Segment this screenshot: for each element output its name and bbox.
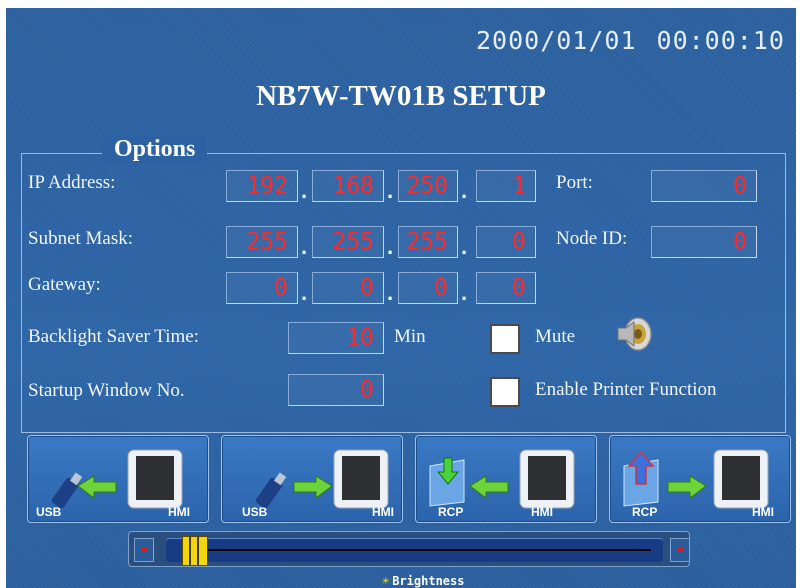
- rcp-download-icon: [429, 457, 465, 507]
- usb-caption: USB: [36, 505, 62, 519]
- hmi-caption: HMI: [531, 505, 553, 519]
- backlight-saver-field[interactable]: 10: [288, 322, 384, 354]
- mute-checkbox[interactable]: [490, 324, 520, 354]
- ip-dot: .: [301, 178, 308, 203]
- printer-checkbox[interactable]: [490, 377, 520, 407]
- ip-octet-4-field[interactable]: 1: [476, 170, 536, 202]
- port-label: Port:: [556, 172, 593, 193]
- printer-label: Enable Printer Function: [535, 379, 717, 400]
- brightness-label: ☀ Brightness: [382, 574, 464, 588]
- hmi-monitor-icon: [713, 449, 769, 509]
- startup-window-label: Startup Window No.: [28, 380, 185, 401]
- backlight-saver-label: Backlight Saver Time:: [28, 326, 199, 347]
- usb-drive-icon: [51, 472, 83, 509]
- brightness-increase-button[interactable]: [670, 538, 690, 562]
- setup-screen: 2000/01/01 00:00:10 NB7W-TW01B SETUP Opti…: [6, 8, 796, 588]
- hmi-caption: HMI: [372, 505, 394, 519]
- speaker-icon: [617, 317, 652, 351]
- page-title: NB7W-TW01B SETUP: [256, 80, 546, 112]
- rcp-upload-icon: [623, 450, 659, 507]
- hmi-to-rcp-button[interactable]: RCP HMI: [609, 435, 791, 523]
- subnet-octet-4-field[interactable]: 0: [476, 226, 536, 258]
- subnet-dot: .: [461, 234, 468, 259]
- backlight-unit-label: Min: [394, 326, 426, 347]
- minus-icon: [141, 548, 147, 551]
- plus-icon: [677, 548, 683, 551]
- hmi-monitor-icon: [127, 449, 183, 509]
- ip-dot: .: [387, 178, 394, 203]
- gateway-octet-1-field[interactable]: 0: [226, 272, 298, 304]
- subnet-mask-label: Subnet Mask:: [28, 228, 134, 249]
- rcp-from-hmi-button[interactable]: RCP HMI: [415, 435, 597, 523]
- gateway-octet-3-field[interactable]: 0: [398, 272, 458, 304]
- gateway-dot: .: [461, 280, 468, 305]
- brightness-track-line: [188, 549, 651, 551]
- ip-octet-1-field[interactable]: 192: [226, 170, 298, 202]
- usb-caption: USB: [242, 505, 268, 519]
- subnet-dot: .: [301, 234, 308, 259]
- datetime-display: 2000/01/01 00:00:10: [476, 26, 796, 56]
- node-id-field[interactable]: 0: [651, 226, 757, 258]
- gateway-label: Gateway:: [28, 274, 101, 295]
- arrow-icon: [77, 475, 117, 499]
- ip-dot: .: [461, 178, 468, 203]
- ip-octet-2-field[interactable]: 168: [312, 170, 384, 202]
- brightness-decrease-button[interactable]: [134, 538, 154, 562]
- ip-octet-3-field[interactable]: 250: [398, 170, 458, 202]
- sun-icon: ☀: [382, 574, 390, 588]
- date-text: 2000/01/01: [476, 26, 637, 55]
- subnet-octet-3-field[interactable]: 255: [398, 226, 458, 258]
- mute-label: Mute: [535, 326, 576, 347]
- hmi-monitor-icon: [333, 449, 389, 509]
- gateway-octet-4-field[interactable]: 0: [476, 272, 536, 304]
- arrow-icon: [667, 475, 707, 499]
- time-text: 00:00:10: [656, 26, 785, 55]
- hmi-caption: HMI: [752, 505, 774, 519]
- startup-window-field[interactable]: 0: [288, 374, 384, 406]
- usb-from-hmi-button[interactable]: USB HMI: [27, 435, 209, 523]
- options-legend: Options: [102, 136, 208, 163]
- gateway-dot: .: [387, 280, 394, 305]
- subnet-octet-2-field[interactable]: 255: [312, 226, 384, 258]
- subnet-dot: .: [387, 234, 394, 259]
- hmi-to-usb-button[interactable]: USB HMI: [221, 435, 403, 523]
- arrow-icon: [293, 475, 333, 499]
- usb-drive-icon: [255, 472, 287, 509]
- hmi-monitor-icon: [519, 449, 575, 509]
- hmi-caption: HMI: [168, 505, 190, 519]
- gateway-octet-2-field[interactable]: 0: [312, 272, 384, 304]
- ip-address-label: IP Address:: [28, 172, 116, 193]
- subnet-octet-1-field[interactable]: 255: [226, 226, 298, 258]
- rcp-caption: RCP: [438, 505, 464, 519]
- port-field[interactable]: 0: [651, 170, 757, 202]
- node-id-label: Node ID:: [556, 228, 628, 249]
- gateway-dot: .: [301, 280, 308, 305]
- brightness-thumb[interactable]: [182, 536, 209, 566]
- arrow-icon: [469, 475, 509, 499]
- rcp-caption: RCP: [632, 505, 658, 519]
- brightness-text: Brightness: [392, 574, 465, 588]
